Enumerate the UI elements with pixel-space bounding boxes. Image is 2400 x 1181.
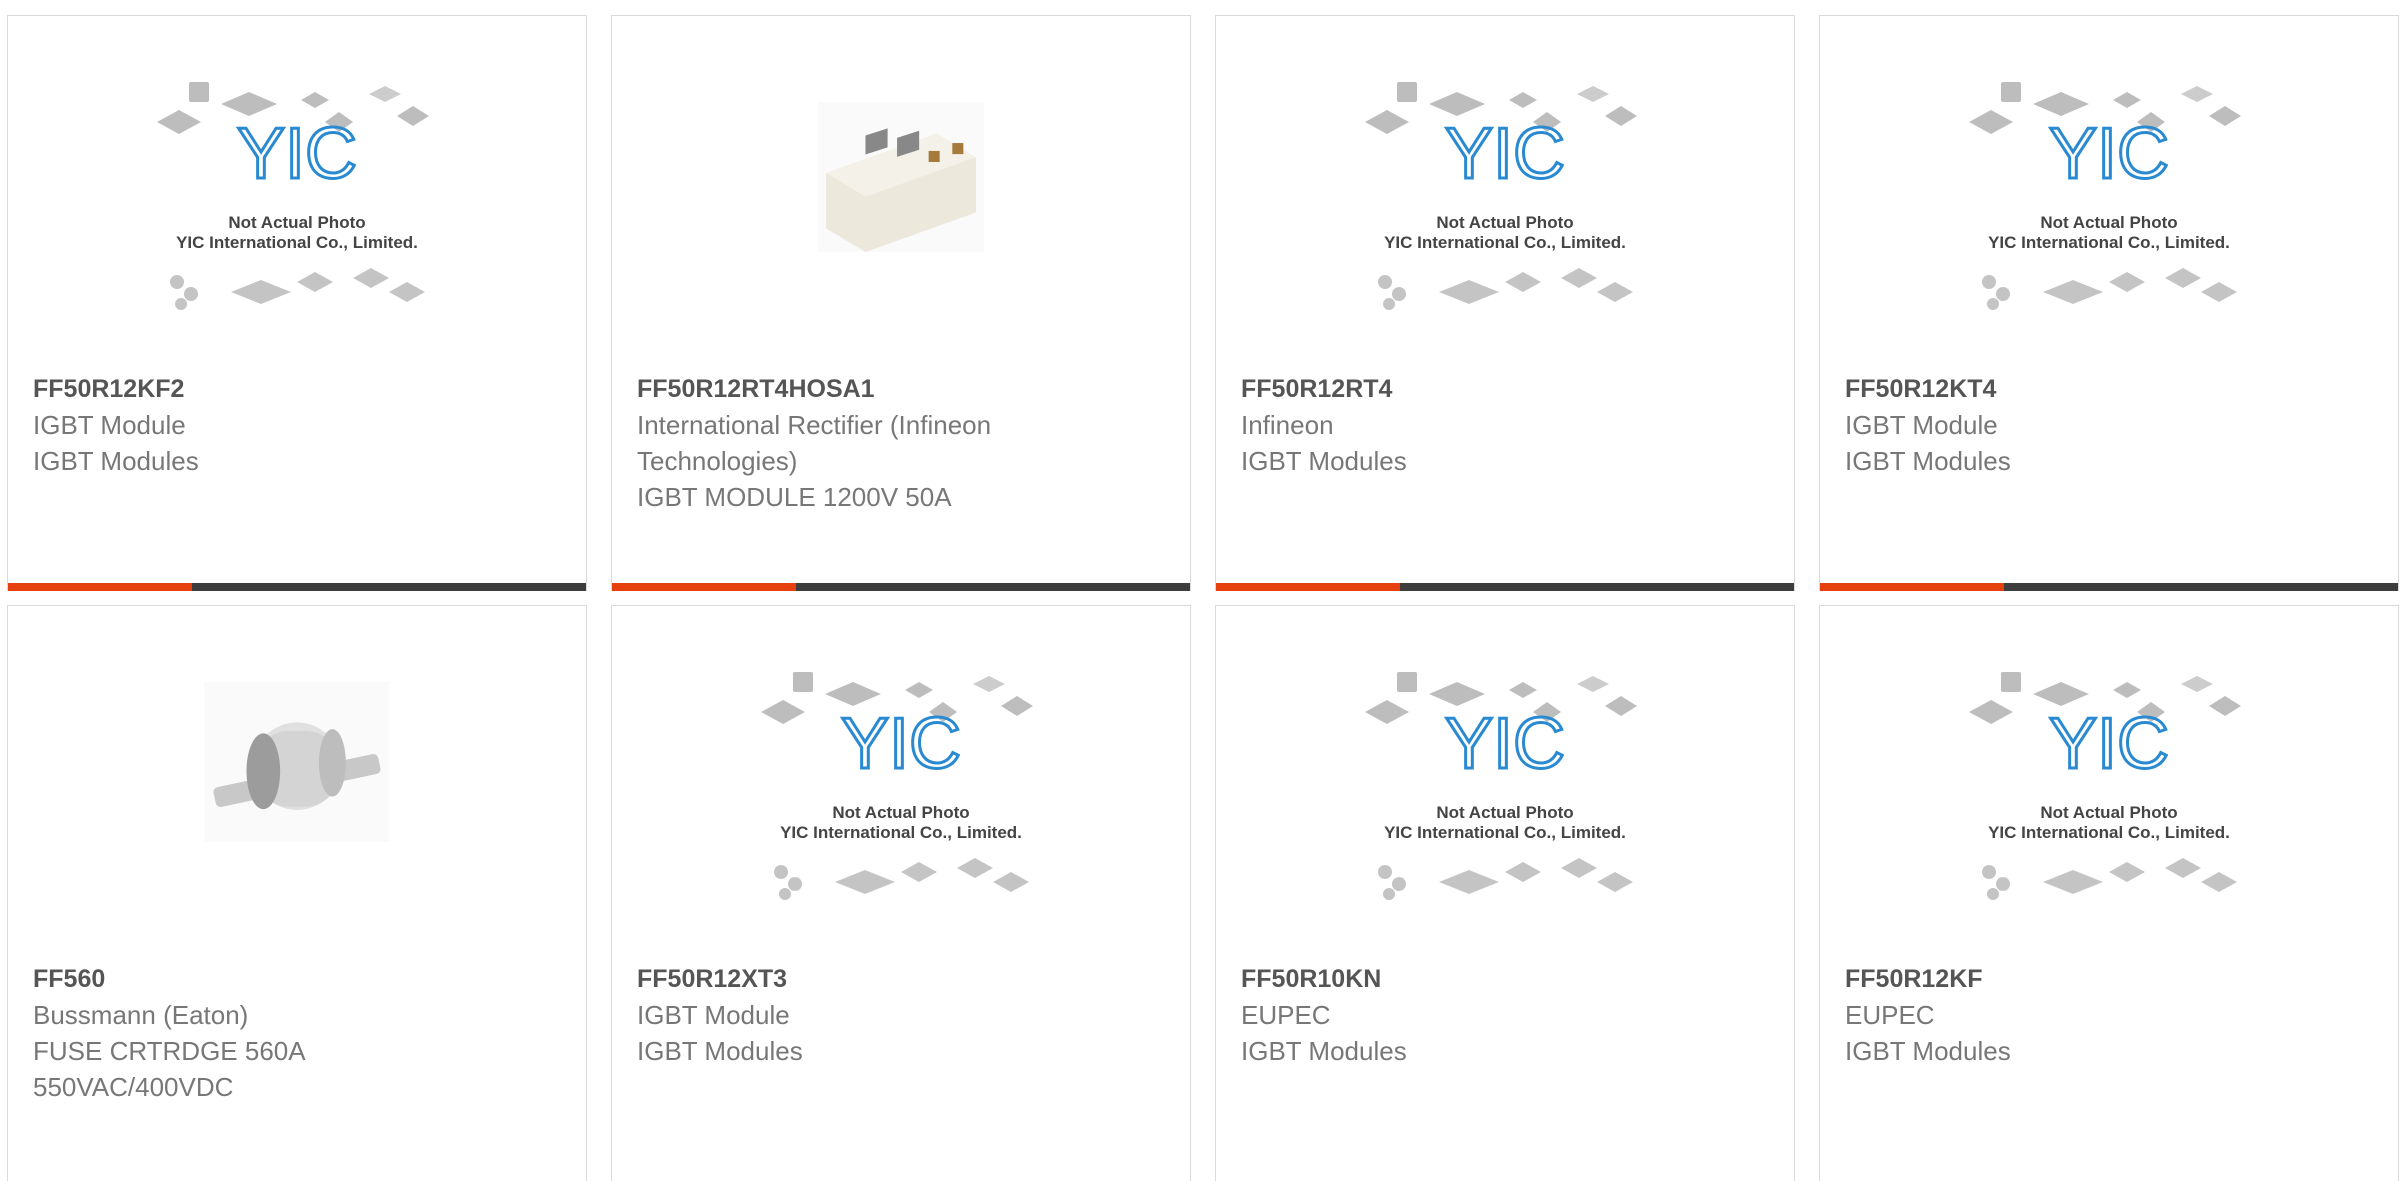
product-line: EUPEC (1241, 1000, 1331, 1030)
yic-logo: YIC (1445, 704, 1565, 784)
product-image[interactable]: YIC Not Actual Photo YIC International C… (1820, 672, 2398, 944)
product-image[interactable]: YIC Not Actual Photo YIC International C… (1216, 672, 1794, 944)
product-line: IGBT Modules (33, 446, 199, 476)
placeholder-image: YIC Not Actual Photo YIC International C… (157, 82, 429, 310)
part-number[interactable]: FF560 (33, 961, 566, 997)
svg-text:YIC International Co., Limited: YIC International Co., Limited. (780, 823, 1022, 842)
product-card[interactable]: FF50R12RT4HOSA1 International Rectifier … (611, 15, 1191, 591)
svg-text:YIC International Co., Limited: YIC International Co., Limited. (1988, 823, 2230, 842)
placeholder-image: YIC Not Actual Photo YIC International C… (1365, 672, 1637, 900)
svg-text:YIC International Co., Limited: YIC International Co., Limited. (1988, 233, 2230, 252)
product-line: 550VAC/400VDC (33, 1072, 234, 1102)
product-line: IGBT Module (1845, 410, 1998, 440)
part-number[interactable]: FF50R12XT3 (637, 961, 1170, 997)
part-number[interactable]: FF50R12RT4HOSA1 (637, 371, 1170, 407)
product-card[interactable]: FF560 Bussmann (Eaton) FUSE CRTRDGE 560A… (7, 605, 587, 1181)
svg-text:Not Actual Photo: Not Actual Photo (1436, 803, 1573, 822)
card-bottom-bar (1216, 583, 1794, 591)
card-bottom-bar (612, 583, 1190, 591)
yic-logo: YIC (841, 704, 961, 784)
card-bottom-bar (1820, 583, 2398, 591)
card-accent-bar (8, 583, 192, 591)
placeholder-image: YIC Not Actual Photo YIC International C… (1365, 82, 1637, 310)
product-card[interactable]: YIC Not Actual Photo YIC International C… (1819, 605, 2399, 1181)
svg-text:YIC International Co., Limited: YIC International Co., Limited. (1384, 823, 1626, 842)
product-line: IGBT Module (637, 1000, 790, 1030)
part-number[interactable]: FF50R12KF (1845, 961, 2378, 997)
part-number[interactable]: FF50R10KN (1241, 961, 1774, 997)
product-line: FUSE CRTRDGE 560A (33, 1036, 306, 1066)
placeholder-image: YIC Not Actual Photo YIC International C… (761, 672, 1033, 900)
product-image[interactable]: YIC Not Actual Photo YIC International C… (1216, 82, 1794, 354)
product-card[interactable]: YIC Not Actual Photo YIC International C… (7, 15, 587, 591)
fuse-photo (204, 682, 390, 842)
placeholder-image: YIC Not Actual Photo YIC International C… (1969, 672, 2241, 900)
product-card[interactable]: YIC Not Actual Photo YIC International C… (1215, 605, 1795, 1181)
product-line: IGBT Module (33, 410, 186, 440)
svg-text:Not Actual Photo: Not Actual Photo (832, 803, 969, 822)
product-image[interactable]: YIC Not Actual Photo YIC International C… (612, 672, 1190, 944)
product-line: IGBT Modules (1845, 1036, 2011, 1066)
product-line: International Rectifier (Infineon (637, 410, 992, 440)
product-card[interactable]: YIC Not Actual Photo YIC International C… (1819, 15, 2399, 591)
yic-logo: YIC (237, 114, 357, 194)
product-image[interactable]: YIC Not Actual Photo YIC International C… (1820, 82, 2398, 354)
svg-text:Not Actual Photo: Not Actual Photo (2040, 803, 2177, 822)
part-number[interactable]: FF50R12KT4 (1845, 371, 2378, 407)
placeholder-image: YIC Not Actual Photo YIC International C… (1969, 82, 2241, 310)
product-line: IGBT Modules (637, 1036, 803, 1066)
product-line: EUPEC (1845, 1000, 1935, 1030)
part-number[interactable]: FF50R12KF2 (33, 371, 566, 407)
product-line: IGBT Modules (1845, 446, 2011, 476)
svg-text:Not Actual Photo: Not Actual Photo (2040, 213, 2177, 232)
card-accent-bar (1216, 583, 1400, 591)
yic-logo: YIC (2049, 114, 2169, 194)
svg-text:YIC International Co., Limited: YIC International Co., Limited. (176, 233, 418, 252)
yic-logo: YIC (1445, 114, 1565, 194)
product-card[interactable]: YIC Not Actual Photo YIC International C… (611, 605, 1191, 1181)
product-line: IGBT MODULE 1200V 50A (637, 482, 952, 512)
svg-text:YIC International Co., Limited: YIC International Co., Limited. (1384, 233, 1626, 252)
card-bottom-bar (8, 583, 586, 591)
svg-text:Not Actual Photo: Not Actual Photo (1436, 213, 1573, 232)
product-image[interactable] (8, 672, 586, 944)
part-number[interactable]: FF50R12RT4 (1241, 371, 1774, 407)
product-image[interactable]: YIC Not Actual Photo YIC International C… (8, 82, 586, 354)
card-accent-bar (612, 583, 796, 591)
product-line: IGBT Modules (1241, 446, 1407, 476)
svg-text:Not Actual Photo: Not Actual Photo (228, 213, 365, 232)
product-line: Infineon (1241, 410, 1334, 440)
product-card[interactable]: YIC Not Actual Photo YIC International C… (1215, 15, 1795, 591)
product-line: Technologies) (637, 446, 798, 476)
yic-logo: YIC (2049, 704, 2169, 784)
igbt-module-photo (818, 102, 984, 252)
product-image[interactable] (612, 82, 1190, 354)
card-accent-bar (1820, 583, 2004, 591)
product-line: IGBT Modules (1241, 1036, 1407, 1066)
product-line: Bussmann (Eaton) (33, 1000, 249, 1030)
